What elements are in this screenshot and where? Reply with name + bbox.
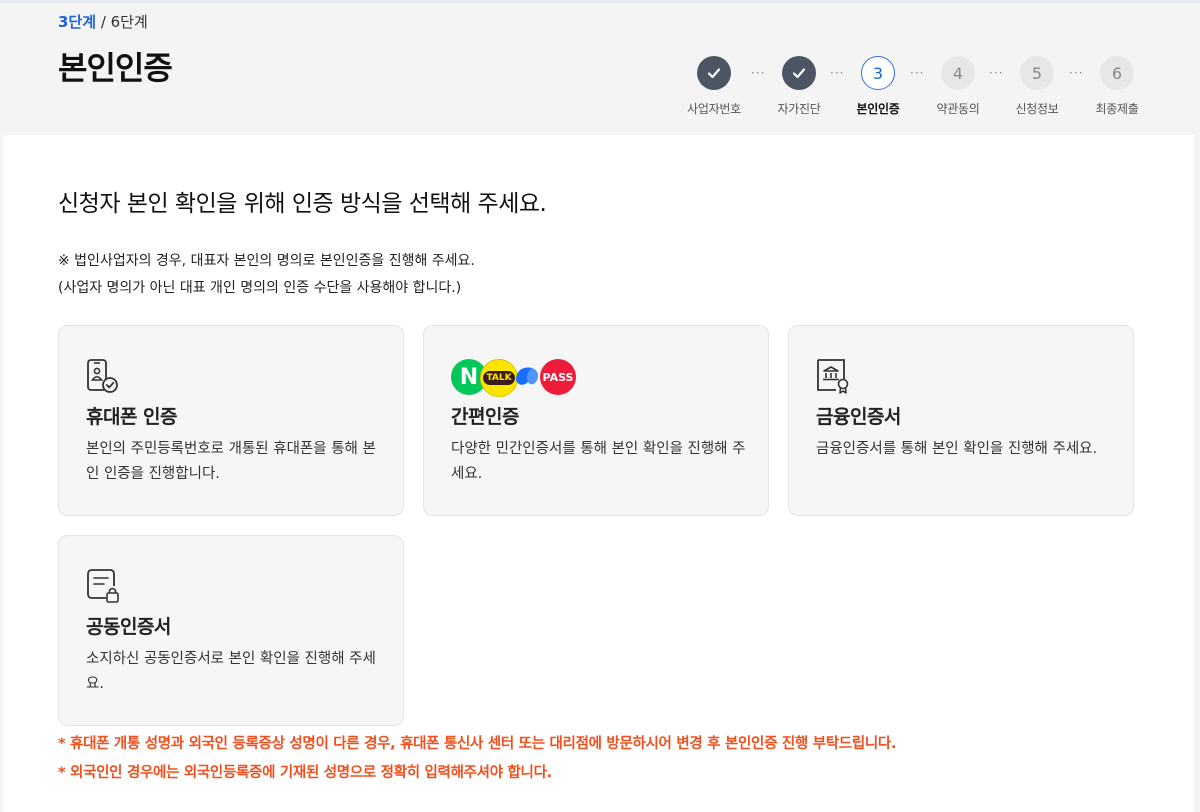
- corporate-notice-detail: (사업자 명의가 아닌 대표 개인 명의의 인증 수단을 사용해야 합니다.): [58, 280, 462, 296]
- bank-certificate-icon: [817, 359, 849, 394]
- step-3-label: 본인인증: [856, 102, 900, 116]
- document-lock-icon: [87, 569, 119, 603]
- step-2: 자가진단: [759, 56, 839, 117]
- step-4-circle: 4: [941, 56, 975, 90]
- step-5-label: 신청정보: [1015, 102, 1059, 116]
- progress-stepper: 사업자번호 ··· 자가진단 ··· 3 본인인증 ··· 4 약관동의 ···…: [0, 3, 1200, 135]
- pass-logo: PASS: [540, 359, 576, 395]
- step-6-circle: 6: [1100, 56, 1134, 90]
- warning-name-mismatch: * 휴대폰 개통 성명과 외국인 등록증상 성명이 다른 경우, 휴대폰 통신사…: [58, 736, 897, 752]
- phone-auth-card[interactable]: 휴대폰 인증 본인의 주민등록번호로 개통된 휴대폰을 통해 본인 인증을 진행…: [58, 325, 404, 516]
- step-5-circle: 5: [1020, 56, 1054, 90]
- warning-foreigner-name: * 외국인인 경우에는 외국인등록증에 기재된 성명으로 정확히 입력해주셔야 …: [58, 765, 552, 781]
- financial-certificate-card[interactable]: 금융인증서 금융인증서를 통해 본인 확인을 진행해 주세요.: [788, 325, 1134, 516]
- corporate-notice: ※ 법인사업자의 경우, 대표자 본인의 명의로 본인인증을 진행해 주세요.: [58, 253, 475, 269]
- step-4-label: 약관동의: [936, 102, 980, 116]
- step-1-circle: [697, 56, 731, 90]
- step-1: 사업자번호: [674, 56, 754, 117]
- check-icon: [792, 68, 806, 79]
- phone-auth-icon: [87, 359, 118, 393]
- step-2-label: 자가진단: [777, 102, 821, 116]
- card-description: 다양한 민간인증서를 통해 본인 확인을 진행해 주세요.: [451, 441, 746, 482]
- step-6: 6 최종제출: [1077, 56, 1157, 117]
- step-3: 3 본인인증: [838, 56, 918, 117]
- lead-text: 신청자 본인 확인을 위해 인증 방식을 선택해 주세요.: [58, 191, 547, 217]
- card-description: 본인의 주민등록번호로 개통된 휴대폰을 통해 본인 인증을 진행합니다.: [86, 441, 376, 482]
- step-3-circle: 3: [861, 56, 895, 90]
- joint-certificate-card[interactable]: 공동인증서 소지하신 공동인증서로 본인 확인을 진행해 주세요.: [58, 535, 404, 726]
- simple-auth-card[interactable]: N TALK PASS 간편인증 다양한 민간인증서를 통해 본인 확인을 진행…: [423, 325, 769, 516]
- step-6-label: 최종제출: [1095, 102, 1139, 116]
- step-5: 5 신청정보: [997, 56, 1077, 117]
- card-description: 소지하신 공동인증서로 본인 확인을 진행해 주세요.: [86, 651, 376, 692]
- step-4: 4 약관동의: [918, 56, 998, 117]
- card-title: 휴대폰 인증: [86, 406, 178, 428]
- page-header: 3단계 / 6단계 본인인증 사업자번호 ··· 자가진단 ··· 3 본인인증…: [0, 3, 1200, 135]
- step-2-circle: [782, 56, 816, 90]
- step-1-label: 사업자번호: [687, 102, 741, 116]
- card-description: 금융인증서를 통해 본인 확인을 진행해 주세요.: [816, 441, 1098, 457]
- card-title: 간편인증: [451, 406, 519, 428]
- card-title: 공동인증서: [86, 616, 171, 638]
- card-title: 금융인증서: [816, 406, 901, 428]
- check-icon: [707, 68, 721, 79]
